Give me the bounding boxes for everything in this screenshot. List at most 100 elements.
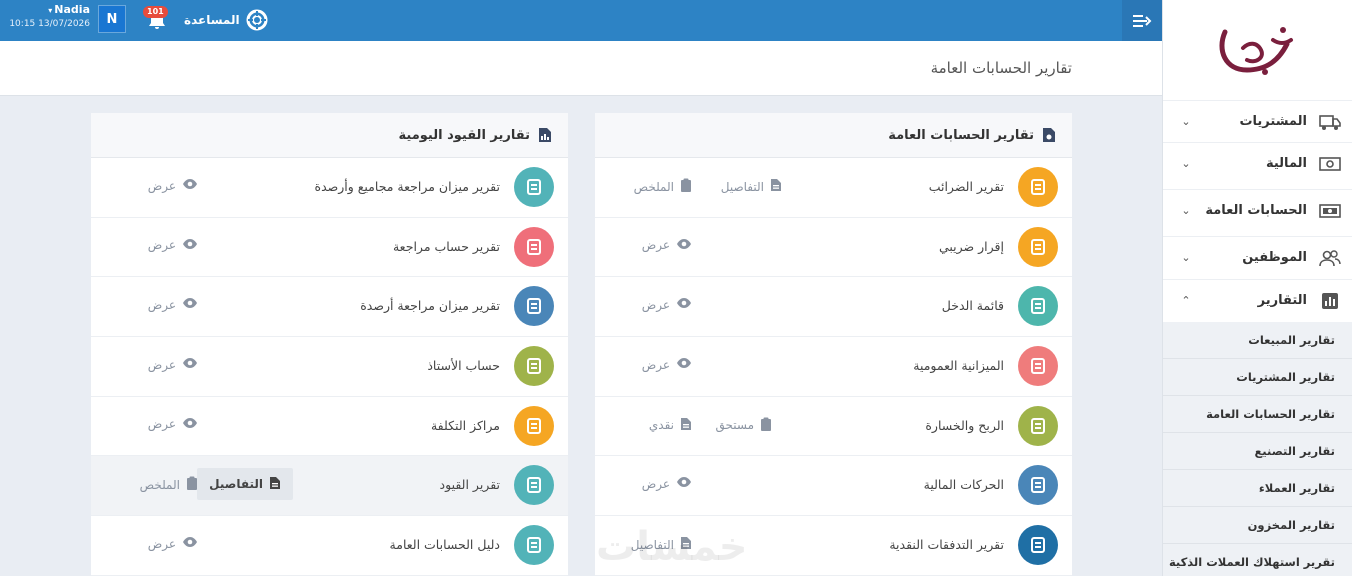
submenu-item-sales-reports[interactable]: تقارير المبيعات bbox=[1163, 322, 1352, 359]
report-title[interactable]: تقرير القيود bbox=[440, 477, 500, 492]
summary-link[interactable]: الملخص bbox=[140, 476, 198, 493]
view-link[interactable]: عرض bbox=[148, 178, 198, 193]
submenu-item-client-reports[interactable]: تقارير العملاء bbox=[1163, 470, 1352, 507]
report-title[interactable]: حساب الأستاذ bbox=[427, 358, 500, 373]
report-title[interactable]: تقرير ميزان مراجعة أرصدة bbox=[360, 298, 500, 313]
report-icon bbox=[514, 465, 554, 506]
report-title[interactable]: تقرير ميزان مراجعة مجاميع وأرصدة bbox=[315, 179, 500, 194]
help-button[interactable]: المساعدة bbox=[184, 9, 268, 31]
report-title[interactable]: قائمة الدخل bbox=[942, 298, 1004, 313]
view-link[interactable]: عرض bbox=[148, 417, 198, 432]
action-label: عرض bbox=[147, 178, 176, 193]
sidebar-item-general-accounts[interactable]: الحسابات العامة ⌄ bbox=[1163, 189, 1352, 231]
report-title[interactable]: تقرير حساب مراجعة bbox=[393, 239, 500, 254]
reports-submenu: تقارير المبيعات تقارير المشتريات تقارير … bbox=[1163, 322, 1352, 576]
card-title: تقارير الحسابات العامة bbox=[888, 127, 1034, 143]
help-label: المساعدة bbox=[184, 13, 240, 27]
clipboard-icon bbox=[186, 476, 198, 493]
report-title[interactable]: الربح والخسارة bbox=[925, 418, 1004, 433]
sidebar-item-label: التقارير bbox=[1257, 293, 1307, 308]
eye-icon bbox=[182, 357, 198, 372]
document-chart-icon bbox=[1043, 128, 1055, 142]
sidebar: المشتريات ⌄ المالية ⌄ الحسابات العامة ⌄ … bbox=[1162, 0, 1352, 576]
notification-badge: 101 bbox=[143, 6, 168, 18]
user-datetime: 10:15 13/07/2026 bbox=[9, 19, 90, 29]
action-label: عرض bbox=[641, 297, 670, 312]
accrual-link[interactable]: مستحق bbox=[715, 417, 772, 434]
report-title[interactable]: تقرير الضرائب bbox=[929, 179, 1004, 194]
users-icon bbox=[1319, 247, 1341, 269]
report-row: حساب الأستاذ عرض bbox=[91, 337, 568, 397]
report-title[interactable]: إقرار ضريبي bbox=[939, 239, 1004, 254]
sidebar-item-employees[interactable]: الموظفين ⌄ bbox=[1163, 236, 1352, 278]
report-icon bbox=[514, 286, 554, 327]
report-row: إقرار ضريبي عرض bbox=[595, 218, 1072, 278]
eye-icon bbox=[182, 417, 198, 432]
view-link[interactable]: عرض bbox=[642, 297, 692, 312]
chevron-up-icon: ⌃ bbox=[1181, 294, 1191, 307]
report-icon bbox=[514, 167, 554, 207]
report-icon bbox=[1018, 405, 1058, 446]
action-label: عرض bbox=[641, 357, 670, 372]
action-label: الملخص bbox=[633, 179, 674, 194]
action-label: مستحق bbox=[715, 418, 754, 433]
report-title[interactable]: تقرير التدفقات النقدية bbox=[889, 537, 1004, 552]
report-row: الميزانية العمومية عرض bbox=[595, 337, 1072, 397]
view-link[interactable]: عرض bbox=[642, 357, 692, 372]
submenu-item-inventory-reports[interactable]: تقارير المخزون bbox=[1163, 507, 1352, 544]
action-label: عرض bbox=[147, 297, 176, 312]
report-icon bbox=[514, 346, 554, 387]
page-title: تقارير الحسابات العامة bbox=[930, 59, 1072, 77]
sidebar-item-label: المالية bbox=[1265, 156, 1307, 171]
report-row: مراكز التكلفة عرض bbox=[91, 397, 568, 457]
eye-icon bbox=[182, 238, 198, 253]
view-link[interactable]: عرض bbox=[148, 536, 198, 551]
report-icon bbox=[1018, 226, 1058, 267]
brand-logo bbox=[1203, 10, 1313, 90]
view-link[interactable]: عرض bbox=[642, 238, 692, 253]
daily-entries-reports-card: تقارير القيود اليومية تقرير ميزان مراجعة… bbox=[91, 113, 568, 576]
report-title[interactable]: الميزانية العمومية bbox=[913, 358, 1004, 373]
details-link[interactable]: التفاصيل bbox=[721, 178, 782, 195]
submenu-item-purchase-reports[interactable]: تقارير المشتريات bbox=[1163, 359, 1352, 396]
cash-icon bbox=[1319, 153, 1341, 175]
report-title[interactable]: دليل الحسابات العامة bbox=[390, 537, 500, 552]
cash-link[interactable]: نقدي bbox=[649, 417, 692, 434]
view-link[interactable]: عرض bbox=[148, 297, 198, 312]
submenu-item-general-accounts-reports[interactable]: تقارير الحسابات العامة bbox=[1163, 396, 1352, 433]
sidebar-item-finance[interactable]: المالية ⌄ bbox=[1163, 142, 1352, 184]
report-row: تقرير ميزان مراجعة أرصدة عرض bbox=[91, 277, 568, 338]
view-link[interactable]: عرض bbox=[148, 238, 198, 253]
view-link[interactable]: عرض bbox=[148, 357, 198, 372]
report-title[interactable]: مراكز التكلفة bbox=[431, 418, 500, 433]
eye-icon bbox=[182, 536, 198, 551]
report-title[interactable]: الحركات المالية bbox=[924, 477, 1004, 492]
action-label: التفاصيل bbox=[209, 477, 263, 492]
report-icon bbox=[1018, 286, 1058, 327]
avatar[interactable]: N bbox=[98, 5, 126, 33]
view-link[interactable]: عرض bbox=[642, 476, 692, 491]
eye-icon bbox=[676, 476, 692, 491]
user-menu[interactable]: ▾ Nadia 10:15 13/07/2026 bbox=[8, 3, 90, 31]
submenu-item-smart-currency-report[interactable]: تقرير استهلاك العملات الذكية bbox=[1163, 544, 1352, 576]
caret-down-icon: ▾ bbox=[48, 6, 53, 15]
summary-link[interactable]: الملخص bbox=[634, 178, 692, 195]
submenu-item-manufacturing-reports[interactable]: تقارير التصنيع bbox=[1163, 433, 1352, 470]
sidebar-item-purchases[interactable]: المشتريات ⌄ bbox=[1163, 100, 1352, 142]
card-title: تقارير القيود اليومية bbox=[398, 127, 530, 143]
menu-collapse-icon bbox=[1133, 14, 1152, 27]
menu-toggle-button[interactable] bbox=[1122, 0, 1162, 41]
eye-icon bbox=[182, 297, 198, 312]
report-row: تقرير حساب مراجعة عرض bbox=[91, 218, 568, 278]
watermark: خمسات bbox=[596, 524, 748, 570]
report-row: الحركات المالية عرض bbox=[595, 456, 1072, 517]
details-link[interactable]: التفاصيل bbox=[197, 468, 293, 501]
chart-icon bbox=[1319, 290, 1341, 312]
chevron-down-icon: ⌄ bbox=[1181, 251, 1191, 264]
sidebar-item-label: المشتريات bbox=[1239, 114, 1307, 129]
report-icon bbox=[514, 525, 554, 566]
report-row: دليل الحسابات العامة عرض bbox=[91, 516, 568, 576]
sidebar-item-reports[interactable]: التقارير ⌃ bbox=[1163, 279, 1352, 321]
action-label: نقدي bbox=[648, 418, 674, 433]
eye-icon bbox=[676, 297, 692, 312]
